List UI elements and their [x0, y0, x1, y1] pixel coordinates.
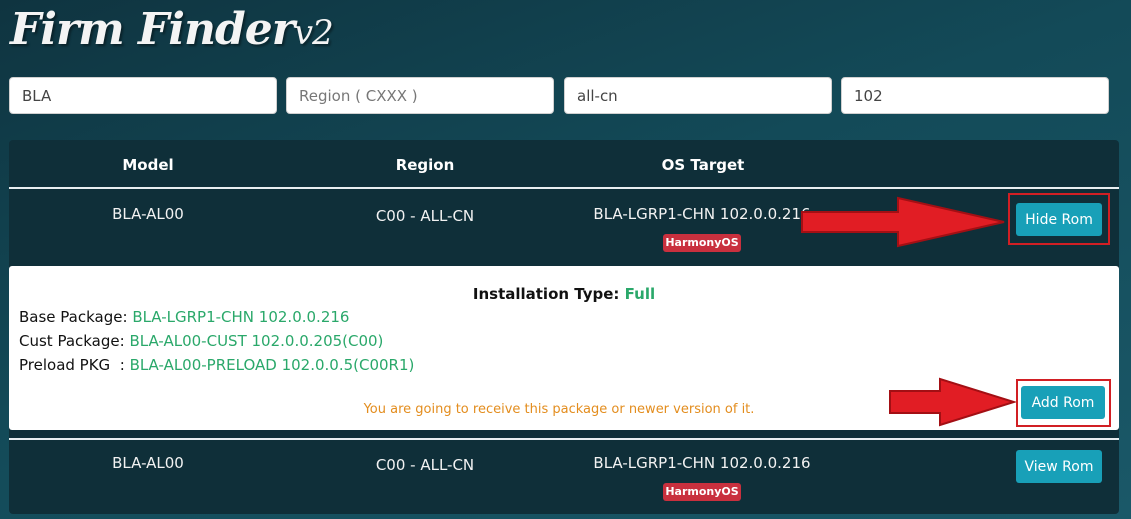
preload-package-label: Preload PKG : [19, 356, 125, 374]
base-package-value: BLA-LGRP1-CHN 102.0.0.216 [132, 308, 350, 326]
cust-package-value: BLA-AL00-CUST 102.0.0.205(C00) [129, 332, 384, 350]
base-package-label: Base Package: [19, 308, 128, 326]
view-rom-button[interactable]: View Rom [1016, 450, 1102, 483]
table-header: Model Region OS Target [9, 140, 1119, 189]
base-package-line: Base Package: BLA-LGRP1-CHN 102.0.0.216 [19, 308, 349, 326]
row-region: C00 - ALL-CN [375, 207, 475, 225]
header-os-target: OS Target [661, 156, 745, 174]
cust-package-label: Cust Package: [19, 332, 125, 350]
model-input[interactable] [9, 77, 277, 114]
row-region: C00 - ALL-CN [375, 456, 475, 474]
os-target-input[interactable] [564, 77, 832, 114]
header-model: Model [122, 156, 174, 174]
header-region: Region [395, 156, 455, 174]
preload-package-value: BLA-AL00-PRELOAD 102.0.0.5(C00R1) [129, 356, 415, 374]
app-logo: Firm Finderv2 [10, 4, 334, 55]
logo-version: v2 [293, 13, 334, 53]
logo-text: Firm Finder [10, 4, 295, 55]
table-row: BLA-AL00 C00 - ALL-CN BLA-LGRP1-CHN 102.… [9, 438, 1119, 512]
red-arrow-icon [889, 377, 1016, 427]
version-input[interactable] [841, 77, 1109, 114]
preload-package-line: Preload PKG : BLA-AL00-PRELOAD 102.0.0.5… [19, 356, 414, 374]
installation-type-value: Full [624, 285, 656, 303]
package-note: You are going to receive this package or… [363, 402, 755, 417]
harmonyos-badge: HarmonyOS [663, 234, 741, 252]
cust-package-line: Cust Package: BLA-AL00-CUST 102.0.0.205(… [19, 332, 383, 350]
harmonyos-badge: HarmonyOS [663, 483, 741, 501]
search-filters [9, 77, 1109, 114]
add-rom-highlight-box [1016, 379, 1111, 427]
region-input[interactable] [286, 77, 554, 114]
red-arrow-icon [801, 196, 1005, 248]
row-model: BLA-AL00 [112, 454, 184, 472]
row-os-target: BLA-LGRP1-CHN 102.0.0.216 [593, 454, 811, 472]
row-model: BLA-AL00 [112, 205, 184, 223]
row-os-target: BLA-LGRP1-CHN 102.0.0.216 [593, 205, 811, 223]
hide-rom-highlight-box [1008, 193, 1110, 245]
installation-type-label: Installation Type: [472, 285, 620, 303]
installation-type: Installation Type: Full [9, 285, 1119, 303]
